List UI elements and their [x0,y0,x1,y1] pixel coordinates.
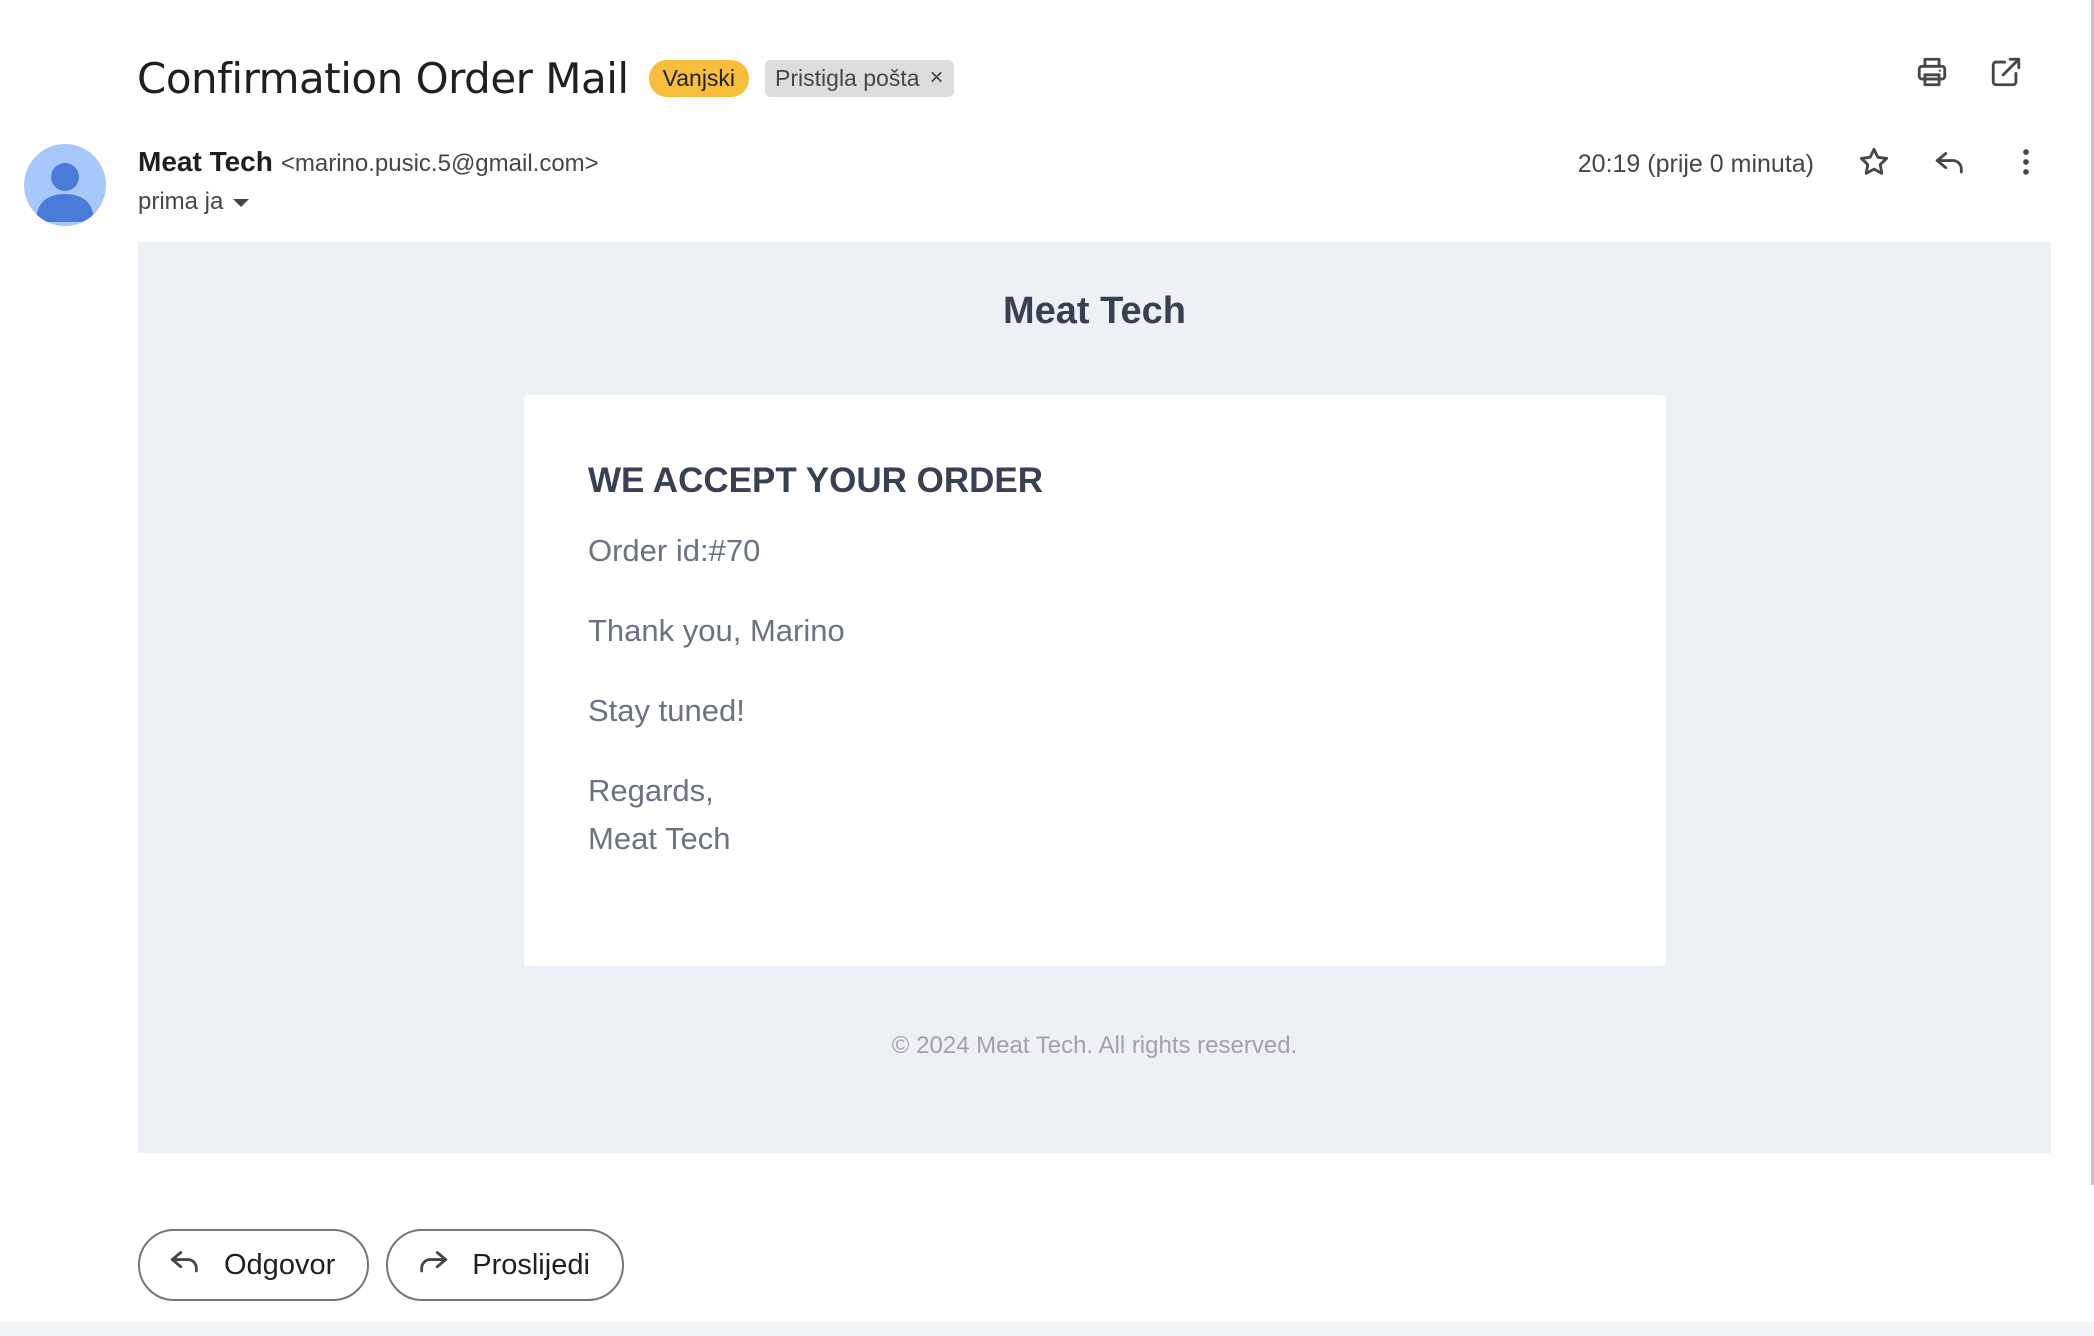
sender-email: <marino.pusic.5@gmail.com> [280,150,599,177]
more-vert-icon [2009,145,2043,184]
reply-icon [168,1244,202,1286]
thread-toolbar [1914,56,2024,92]
reply-icon [1933,145,1967,184]
message-actions: 20:19 (prije 0 minuta) [1578,146,2044,182]
regards-block: Regards, Meat Tech [588,767,1602,863]
reply-actions: Odgovor Proslijedi [138,1229,624,1301]
signature-text: Meat Tech [588,821,731,856]
print-icon [1915,55,1949,94]
email-view: Confirmation Order Mail Vanjski Pristigl… [0,0,2094,1336]
forward-button-label: Proslijedi [472,1248,590,1281]
remove-label-icon[interactable]: × [930,66,944,90]
timestamp: 20:19 (prije 0 minuta) [1577,149,1814,178]
recipient-details-toggle[interactable]: prima ja [138,188,599,216]
open-in-new-window-icon [1989,55,2023,94]
email-subject: Confirmation Order Mail [137,53,629,103]
bottom-band [0,1322,2094,1336]
reply-icon-button[interactable] [1932,146,1968,182]
email-heading: WE ACCEPT YOUR ORDER [588,461,1044,500]
forward-button[interactable]: Proslijedi [386,1229,624,1301]
stay-tuned-text: Stay tuned! [588,693,745,728]
more-options-button[interactable] [2008,146,2044,182]
sender-block: Meat Tech <marino.pusic.5@gmail.com> pri… [138,146,599,216]
email-card: WE ACCEPT YOUR ORDER Order id:#70 Thank … [524,395,1666,966]
open-new-window-button[interactable] [1988,56,2024,92]
reply-button-label: Odgovor [224,1248,336,1281]
sender-name[interactable]: Meat Tech [138,146,273,178]
print-button[interactable] [1914,56,1950,92]
person-icon [36,163,94,222]
sender-line: Meat Tech <marino.pusic.5@gmail.com> [138,146,599,178]
label-inbox[interactable]: Pristigla pošta × [765,59,954,97]
order-id: Order id:#70 [588,533,761,568]
email-brand-title: Meat Tech [1002,290,1186,332]
label-inbox-text: Pristigla pošta [775,64,920,91]
recipient-summary: prima ja [138,188,224,215]
avatar[interactable] [24,144,106,226]
label-external[interactable]: Vanjski [648,59,750,97]
subject-row: Confirmation Order Mail Vanjski Pristigl… [137,50,954,106]
reply-button[interactable]: Odgovor [138,1229,370,1301]
email-body: Meat Tech WE ACCEPT YOUR ORDER Order id:… [138,242,2051,1153]
forward-icon [416,1244,450,1286]
star-icon [1857,145,1891,184]
regards-text: Regards, [588,773,714,808]
thank-you-text: Thank you, Marino [588,613,845,648]
star-button[interactable] [1856,146,1892,182]
chevron-down-icon [233,199,250,207]
email-footer: © 2024 Meat Tech. All rights reserved. [891,1032,1298,1059]
